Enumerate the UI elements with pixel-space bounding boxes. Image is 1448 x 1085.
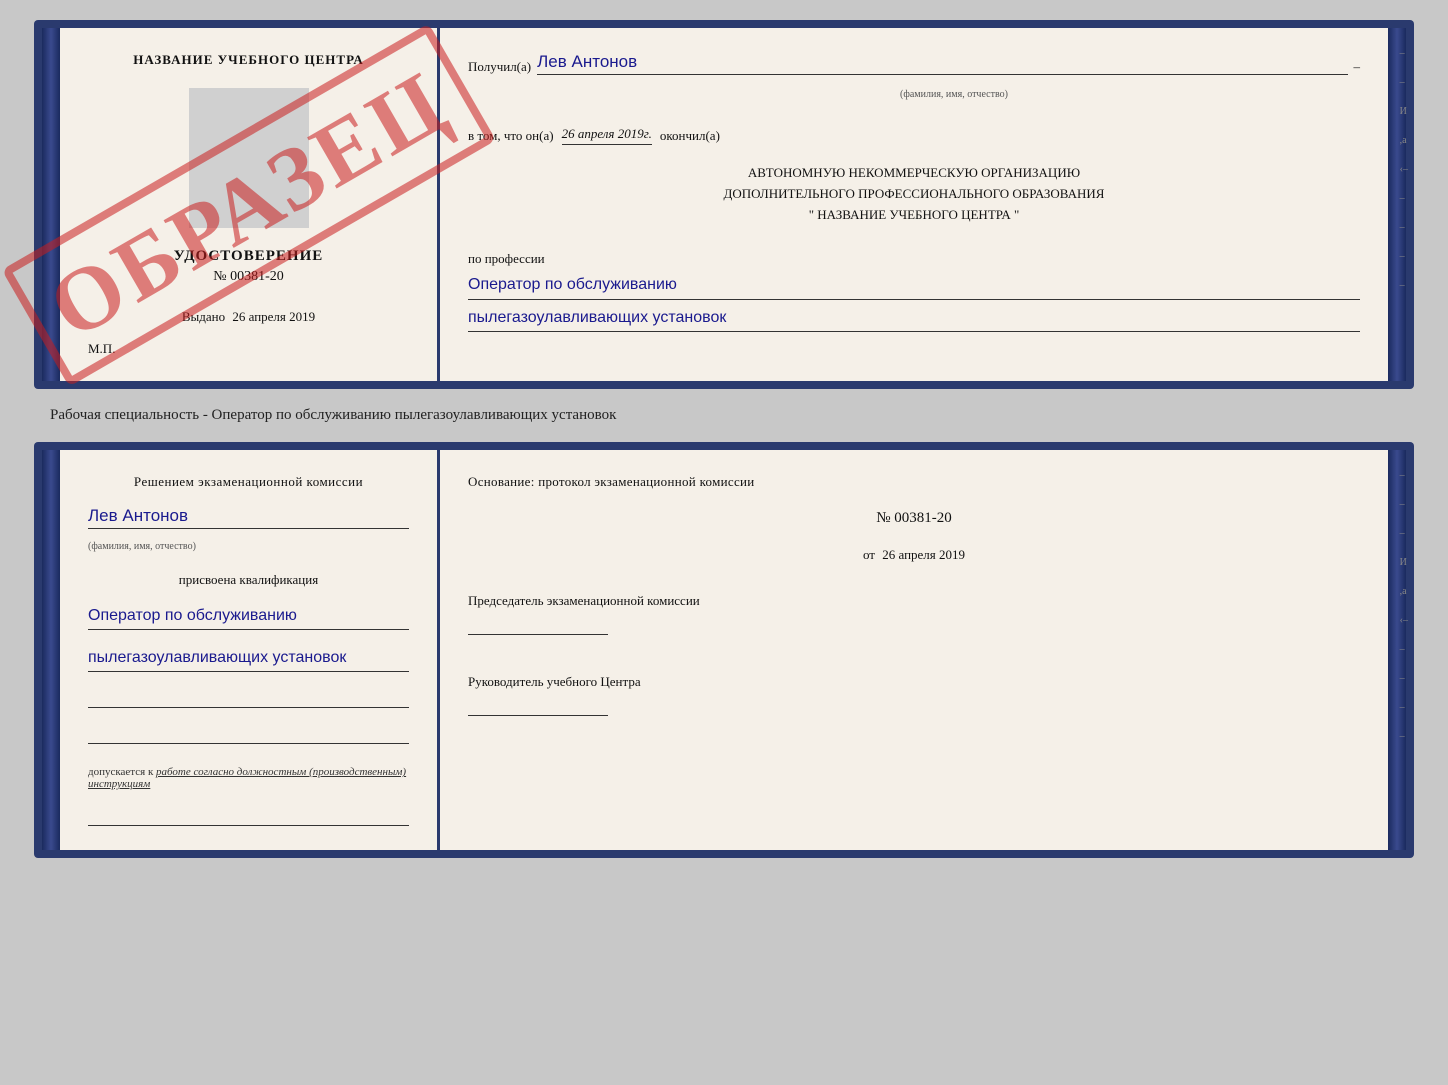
- dash: –: [1354, 59, 1361, 75]
- date-ot-block: от 26 апреля 2019: [468, 547, 1360, 563]
- kvaliph-name-line2: пылегазоулавливающих установок: [88, 644, 409, 672]
- subtitle-text: Рабочая специальность - Оператор по обсл…: [50, 407, 616, 424]
- date-suffix: окончил(а): [660, 128, 720, 144]
- udostoverenie-number: № 00381-20: [174, 269, 324, 285]
- fio-subtitle-top: (фамилия, имя, отчество): [548, 89, 1360, 100]
- center-name: НАЗВАНИЕ УЧЕБНОГО ЦЕНТРА: [133, 52, 364, 68]
- profession-name-line1: Оператор по обслуживанию: [468, 271, 1360, 299]
- vydano-label: Выдано: [182, 309, 225, 324]
- profession-label: по профессии: [468, 251, 1360, 267]
- book-spine-left-2: [42, 450, 60, 850]
- date-prefix: в том, что он(а): [468, 128, 554, 144]
- chairman-label: Председатель экзаменационной комиссии: [468, 591, 1360, 611]
- profession-name-line2: пылегазоулавливающих установок: [468, 304, 1360, 332]
- book-spine-left: [42, 28, 60, 381]
- profession-block: по профессии Оператор по обслуживанию пы…: [468, 251, 1360, 331]
- date-line: в том, что он(а) 26 апреля 2019г. окончи…: [468, 126, 1360, 145]
- kvaliph-label: присвоена квалификация: [88, 572, 409, 588]
- recipient-line: Получил(а) Лев Антонов –: [468, 52, 1360, 75]
- org-line2: ДОПОЛНИТЕЛЬНОГО ПРОФЕССИОНАЛЬНОГО ОБРАЗО…: [468, 184, 1360, 205]
- udostoverenie-title: УДОСТОВЕРЕНИЕ: [174, 248, 324, 265]
- dopusk-line: допускается к работе согласно должностны…: [88, 766, 409, 790]
- fio-subtitle-bottom: (фамилия, имя, отчество): [88, 541, 409, 552]
- udostoverenie-block: УДОСТОВЕРЕНИЕ № 00381-20: [174, 248, 324, 285]
- date-ot-value: 26 апреля 2019: [882, 547, 965, 562]
- chairman-block: Председатель экзаменационной комиссии: [468, 591, 1360, 640]
- kvaliph-name-line1: Оператор по обслуживанию: [88, 602, 409, 630]
- right-side-marks: – – И ,а ‹– – – – –: [1400, 48, 1408, 291]
- right-side-marks-2: – – – И ,а ‹– – – – –: [1400, 470, 1408, 742]
- mp-line: М.П.: [88, 341, 115, 357]
- top-document: НАЗВАНИЕ УЧЕБНОГО ЦЕНТРА УДОСТОВЕРЕНИЕ №…: [34, 20, 1414, 389]
- date-ot-prefix: от: [863, 547, 875, 562]
- org-line1: АВТОНОМНУЮ НЕКОММЕРЧЕСКУЮ ОРГАНИЗАЦИЮ: [468, 163, 1360, 184]
- vydano-date: 26 апреля 2019: [232, 309, 315, 324]
- photo-placeholder: [189, 88, 309, 228]
- top-doc-left-page: НАЗВАНИЕ УЧЕБНОГО ЦЕНТРА УДОСТОВЕРЕНИЕ №…: [60, 28, 440, 381]
- dopusk-prefix: допускается к: [88, 766, 153, 778]
- rukovoditel-sign-line: [468, 698, 608, 716]
- date-value: 26 апреля 2019г.: [562, 126, 652, 145]
- bottom-document: Решением экзаменационной комиссии Лев Ан…: [34, 442, 1414, 858]
- komissia-name: Лев Антонов: [88, 506, 409, 529]
- received-label: Получил(а): [468, 59, 531, 75]
- rukovoditel-label: Руководитель учебного Центра: [468, 672, 1360, 692]
- bottom-doc-right-page: Основание: протокол экзаменационной коми…: [440, 450, 1388, 850]
- protocol-number: № 00381-20: [468, 510, 1360, 527]
- osnovanie-label: Основание: протокол экзаменационной коми…: [468, 474, 1360, 490]
- rukovoditel-block: Руководитель учебного Центра: [468, 672, 1360, 721]
- recipient-name: Лев Антонов: [537, 52, 1347, 75]
- bottom-doc-left-page: Решением экзаменационной комиссии Лев Ан…: [60, 450, 440, 850]
- org-line3: " НАЗВАНИЕ УЧЕБНОГО ЦЕНТРА ": [468, 205, 1360, 226]
- chairman-sign-line: [468, 617, 608, 635]
- komissia-title: Решением экзаменационной комиссии: [88, 474, 409, 490]
- top-doc-right-page: Получил(а) Лев Антонов – (фамилия, имя, …: [440, 28, 1388, 381]
- vydano-line: Выдано 26 апреля 2019: [182, 309, 315, 325]
- org-block: АВТОНОМНУЮ НЕКОММЕРЧЕСКУЮ ОРГАНИЗАЦИЮ ДО…: [468, 163, 1360, 225]
